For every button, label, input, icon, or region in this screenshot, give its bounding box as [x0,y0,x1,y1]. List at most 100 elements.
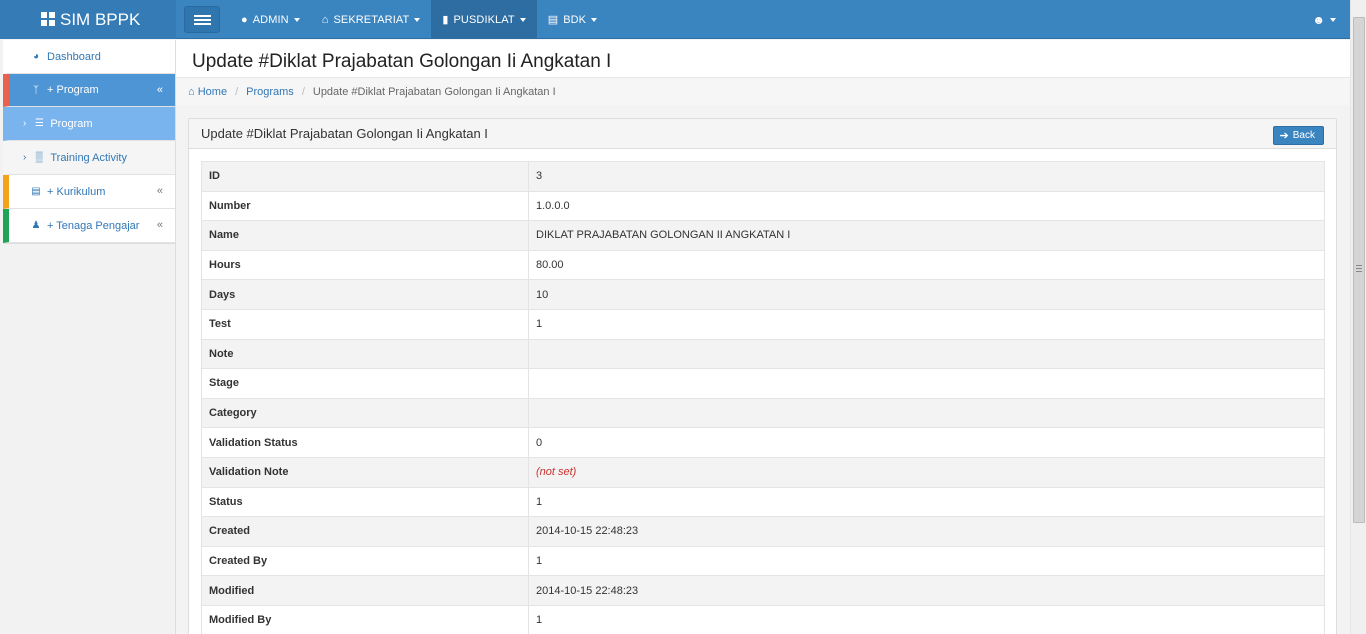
detail-label: Modified By [201,604,529,634]
table-row: Validation Note (not set) [201,456,1325,488]
table-row: Created By 1 [201,545,1325,576]
table-row: Created 2014-10-15 22:48:23 [201,516,1325,547]
home-icon: ⌂ [321,13,329,26]
page-header: Update #Diklat Prajabatan Golongan Ii An… [176,40,1350,78]
sidebar-item-tenaga-pengajar[interactable]: ♟ + Tenaga Pengajar « [3,209,175,243]
breadcrumb-programs[interactable]: Programs [246,86,294,98]
sidebar-item-label: + Program [47,84,99,96]
detail-label: Stage [201,368,529,399]
caret-down-icon [414,17,421,22]
detail-value: 0 [528,427,1325,458]
sidebar-menu: ◕ Dashboard ᛉ + Program « › ☰ Program › … [3,40,175,244]
sidebar-item-training-activity[interactable]: › ▒ Training Activity [3,141,175,175]
top-navbar: SIM BPPK ● ADMIN ⌂ SEKRETARIAT ▮ PUSDIKL… [0,0,1350,39]
menu-admin-label: ADMIN [252,13,289,26]
table-row: Hours 80.00 [201,249,1325,280]
menu-pusdiklat[interactable]: ▮ PUSDIKLAT [431,0,537,39]
detail-value: 2014-10-15 22:48:23 [528,575,1325,606]
detail-value: 1.0.0.0 [528,190,1325,221]
user-menu[interactable]: ☻ [1312,0,1336,39]
detail-value: 1 [528,604,1325,634]
detail-label: Created [201,516,529,547]
table-row: Test 1 [201,308,1325,340]
angle-double-left-icon: « [156,219,163,231]
angle-double-left-icon: « [156,185,163,197]
detail-label: Note [201,338,529,369]
panel-heading: Update #Diklat Prajabatan Golongan Ii An… [189,119,1336,149]
sidebar: ◕ Dashboard ᛉ + Program « › ☰ Program › … [0,40,176,634]
list-icon: ☰ [34,118,44,129]
bank-icon: ▤ [547,14,559,26]
breadcrumb: ⌂ Home / Programs / Update #Diklat Praja… [176,78,1350,105]
caret-down-icon [519,17,526,22]
detail-value: 80.00 [528,249,1325,280]
detail-label: Name [201,220,529,251]
caret-down-icon [293,17,300,22]
chevron-right-icon: › [23,118,27,129]
detail-label: Hours [201,249,529,280]
scrollbar-thumb[interactable] [1353,17,1365,523]
detail-value: 3 [528,161,1325,192]
sidebar-item-label: Program [50,117,93,130]
bank-icon: ▤ [31,186,41,197]
arrow-left-icon: ➔ [1279,130,1289,142]
dashboard-icon: ◕ [32,51,40,62]
detail-value: 1 [528,486,1325,517]
detail-table: ID 3 Number 1.0.0.0 Name DIKLAT PRAJABATAN GO… [201,161,1325,634]
detail-label: Number [201,190,529,221]
table-row: Category [201,397,1325,428]
caret-down-icon [591,17,598,22]
book-icon: ▮ [442,14,449,26]
menu-pusdiklat-label: PUSDIKLAT [453,13,515,26]
sidebar-item-dashboard[interactable]: ◕ Dashboard [3,40,175,74]
detail-label: Days [201,279,529,310]
detail-value: 2014-10-15 22:48:23 [528,516,1325,547]
sidebar-item-program[interactable]: › ☰ Program [3,107,175,141]
table-row: Stage [201,368,1325,399]
menu-bdk[interactable]: ▤ BDK [537,0,608,39]
table-row: Modified 2014-10-15 22:48:23 [201,575,1325,606]
table-row: Note [201,338,1325,369]
sidebar-item-label: Training Activity [50,151,127,164]
sidebar-toggle-button[interactable] [184,6,220,33]
menu-admin[interactable]: ● ADMIN [230,0,311,39]
users-icon: ♟ [31,220,41,231]
user-icon: ☻ [1312,12,1325,27]
caret-down-icon [1330,17,1336,22]
code-fork-icon: ᛉ [33,84,39,96]
menu-bdk-label: BDK [563,13,587,26]
detail-label: Created By [201,545,529,576]
detail-value [528,338,1325,369]
detail-value [528,397,1325,428]
table-row: Number 1.0.0.0 [201,190,1325,221]
breadcrumb-home[interactable]: ⌂ Home [188,86,227,98]
menu-sekretariat[interactable]: ⌂ SEKRETARIAT [311,0,432,39]
home-icon: ⌂ [188,85,195,98]
detail-value [528,368,1325,399]
vertical-scrollbar[interactable] [1350,0,1366,634]
detail-value: (not set) [528,456,1325,488]
menu-sekretariat-label: SEKRETARIAT [333,13,410,26]
back-button[interactable]: ➔ Back [1272,126,1324,145]
detail-panel: Update #Diklat Prajabatan Golongan Ii An… [188,118,1337,634]
table-row: ID 3 [201,161,1325,192]
breadcrumb-current: Update #Diklat Prajabatan Golongan Ii An… [312,85,556,98]
sidebar-item-kurikulum[interactable]: ▤ + Kurikulum « [3,175,175,209]
table-row: Status 1 [201,486,1325,517]
detail-label: ID [201,161,529,192]
detail-label: Validation Note [201,456,529,488]
sidebar-item-label: + Kurikulum [47,185,106,198]
chevron-right-icon: › [23,152,27,163]
table-row: Name DIKLAT PRAJABATAN GOLONGAN II ANGKAT… [201,220,1325,251]
android-icon: ● [241,13,248,26]
brand[interactable]: SIM BPPK [0,0,176,39]
table-row: Days 10 [201,279,1325,310]
detail-label: Modified [201,575,529,606]
detail-value: 1 [528,308,1325,340]
detail-value: 1 [528,545,1325,576]
table-row: Validation Status 0 [201,427,1325,458]
brand-text: SIM BPPK [60,9,141,29]
sidebar-item-program-group[interactable]: ᛉ + Program « [3,74,175,107]
detail-label: Category [201,397,529,428]
detail-value: 10 [528,279,1325,310]
